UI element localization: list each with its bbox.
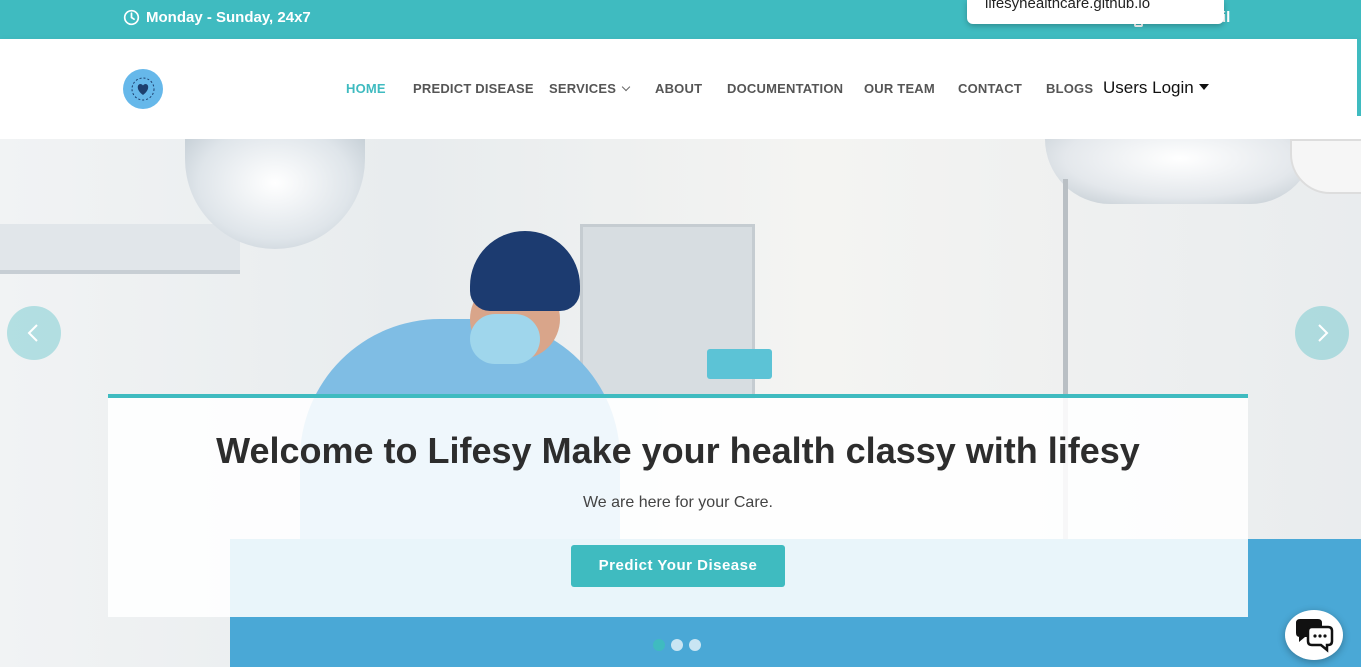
hero-subtitle: We are here for your Care. <box>582 494 773 511</box>
chevron-right-icon <box>1318 324 1329 342</box>
carousel-next-button[interactable] <box>1295 306 1349 360</box>
url-tooltip-text: lifesyhealthcare.github.io <box>985 0 1151 12</box>
nav-home[interactable]: HOME <box>346 81 386 96</box>
chevron-left-icon <box>27 324 38 342</box>
nav-documentation[interactable]: DOCUMENTATION <box>727 81 843 96</box>
surgical-lamp-right <box>1045 139 1315 204</box>
nav-services[interactable]: SERVICES <box>549 81 631 96</box>
chevron-down-icon <box>621 82 631 92</box>
users-login-dropdown[interactable]: Users Login <box>1103 78 1209 98</box>
nav-services-label: SERVICES <box>549 81 617 96</box>
hero-title: Welcome to Lifesy Make your health class… <box>216 430 1140 471</box>
opening-hours-text: Monday - Sunday, 24x7 <box>146 9 311 26</box>
nav-predict-disease[interactable]: PREDICT DISEASE <box>413 81 534 96</box>
surgical-lamp-arm <box>0 224 240 274</box>
surgeon-mask <box>470 314 540 364</box>
carousel-prev-button[interactable] <box>7 306 61 360</box>
nav-blogs[interactable]: BLOGS <box>1046 81 1093 96</box>
nav-contact[interactable]: CONTACT <box>958 81 1022 96</box>
chat-widget-button[interactable] <box>1285 610 1343 660</box>
carousel-indicators <box>653 639 701 651</box>
carousel-indicator[interactable] <box>689 639 701 651</box>
hero-caption-box: Welcome to Lifesy Make your health class… <box>108 394 1248 617</box>
clock-icon <box>123 9 140 26</box>
users-login-label: Users Login <box>1103 78 1194 97</box>
carousel-indicator[interactable] <box>653 639 665 651</box>
medical-monitor <box>707 349 772 379</box>
caret-down-icon <box>1198 84 1209 90</box>
site-header: HOME PREDICT DISEASE SERVICES ABOUT DOCU… <box>0 39 1361 139</box>
nav-about[interactable]: ABOUT <box>655 81 702 96</box>
side-accent-strip <box>1357 39 1361 116</box>
nav-our-team[interactable]: OUR TEAM <box>864 81 935 96</box>
hero-carousel: Welcome to Lifesy Make your health class… <box>0 139 1361 667</box>
chat-bubbles-icon <box>1296 619 1334 653</box>
url-tooltip: lifesyhealthcare.github.io <box>967 0 1224 24</box>
carousel-indicator[interactable] <box>671 639 683 651</box>
opening-hours: Monday - Sunday, 24x7 <box>123 9 311 26</box>
predict-disease-button[interactable]: Predict Your Disease <box>571 545 785 587</box>
